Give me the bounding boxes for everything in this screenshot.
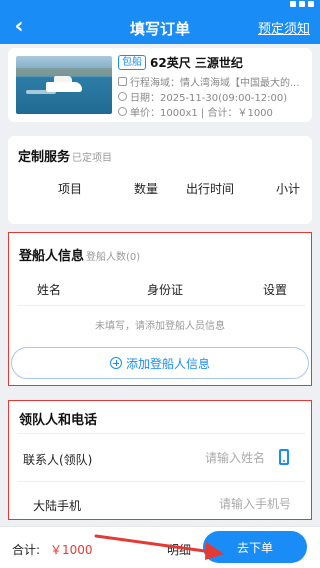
date-text: 日期：2025-11-30(09:00-12:00)	[130, 93, 288, 104]
custom-service-section: 定制服务 已定项目 项目 数量 出行时间 小计	[8, 136, 312, 224]
divider	[17, 305, 305, 306]
route-icon	[118, 77, 127, 86]
passenger-col-name: 姓名	[37, 283, 62, 297]
nav-bar: ‹ 填写订单 预定须知	[0, 10, 320, 44]
submit-order-button[interactable]: 去下单	[203, 531, 307, 563]
passenger-title: 登船人信息	[19, 249, 85, 264]
booking-notice-link[interactable]: 预定须知	[258, 18, 310, 37]
clock-icon	[118, 92, 127, 101]
passenger-col-id: 身份证	[147, 283, 184, 297]
total-value: ￥1000	[50, 543, 93, 557]
add-passenger-label: 添加登船人信息	[125, 356, 210, 371]
service-col-item: 项目	[58, 182, 83, 196]
add-passenger-button[interactable]: 添加登船人信息	[11, 347, 309, 379]
service-col-qty: 数量	[134, 182, 159, 196]
charter-tag: 包船	[118, 55, 146, 70]
phone-number-input[interactable]	[179, 494, 291, 514]
contact-label: 联系人(领队)	[23, 453, 93, 467]
yacht-image	[16, 56, 112, 114]
passenger-section: 登船人信息 登船人数(0) 姓名 身份证 设置 未填写，请添加登船人员信息 添加登…	[8, 232, 312, 386]
route-row: 行程海域：情人湾海域【中国最大的...	[118, 74, 308, 89]
passenger-empty-text: 未填写，请添加登船人员信息	[95, 321, 225, 332]
plus-circle-icon	[109, 357, 122, 369]
price-icon	[118, 107, 127, 116]
service-col-time: 出行时间	[186, 182, 235, 196]
divider	[17, 433, 305, 434]
section-title: 登船人信息 登船人数(0)	[19, 245, 140, 264]
product-name: 62英尺 三源世纪	[150, 56, 243, 70]
date-row: 日期：2025-11-30(09:00-12:00)	[118, 89, 308, 104]
price-row: 单价：1000x1 | 合计：￥1000	[118, 104, 308, 119]
passenger-col-settings: 设置	[263, 283, 288, 297]
leader-title: 领队人和电话	[19, 413, 98, 428]
custom-service-subtitle: 已定项目	[72, 153, 113, 164]
leader-section: 领队人和电话 联系人(领队) 大陆手机	[8, 400, 312, 520]
phone-label: 大陆手机	[33, 499, 82, 513]
product-title-row: 包船 62英尺 三源世纪	[118, 54, 243, 71]
divider	[17, 481, 305, 482]
custom-service-title: 定制服务	[18, 150, 71, 165]
route-text: 行程海域：情人湾海域【中国最大的...	[130, 78, 300, 89]
detail-link[interactable]: 明细	[167, 541, 191, 558]
section-title: 定制服务 已定项目	[18, 146, 112, 165]
product-card: 包船 62英尺 三源世纪 行程海域：情人湾海域【中国最大的... 日期：2025…	[8, 48, 312, 122]
status-icons	[290, 1, 314, 7]
bottom-bar: 合计: ￥1000 明细 去下单	[0, 526, 320, 568]
contact-name-input[interactable]	[159, 448, 265, 468]
price-text: 单价：1000x1 | 合计：￥1000	[130, 108, 273, 119]
service-col-subtotal: 小计	[276, 182, 301, 196]
status-bar	[0, 0, 320, 10]
passenger-count: 登船人数(0)	[86, 252, 141, 263]
phone-icon[interactable]	[279, 449, 289, 465]
total-label: 合计:	[12, 543, 41, 557]
